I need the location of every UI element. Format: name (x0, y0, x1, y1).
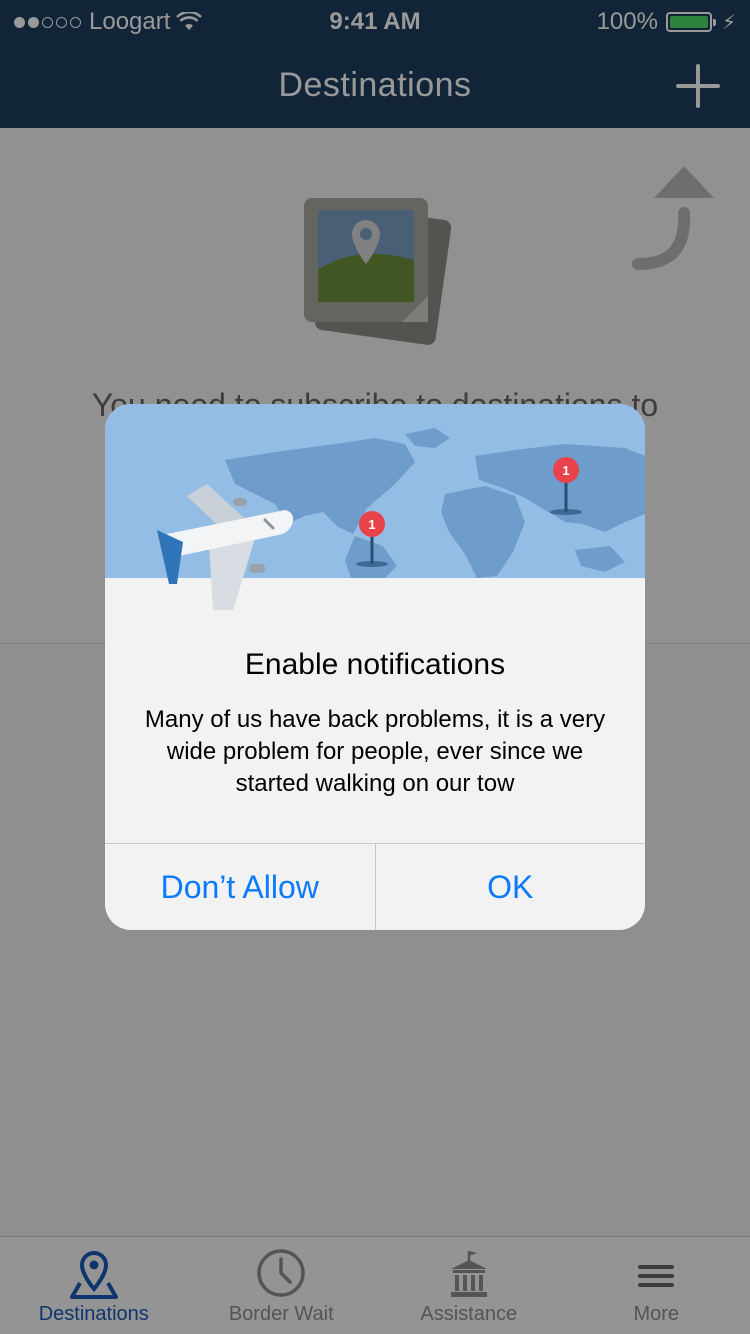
ok-button[interactable]: OK (374, 844, 646, 930)
notifications-alert-dialog: 1 1 Enable notifications Many of us have… (105, 404, 645, 930)
pin-badge: 1 (368, 517, 375, 532)
alert-button-row: Don’t Allow OK (105, 843, 645, 930)
world-map-illustration: 1 1 (105, 404, 645, 614)
dont-allow-button[interactable]: Don’t Allow (105, 844, 375, 930)
alert-title: Enable notifications (244, 648, 506, 681)
alert-message: Many of us have back problems, it is a v… (144, 706, 606, 797)
pin-badge: 1 (562, 463, 569, 478)
